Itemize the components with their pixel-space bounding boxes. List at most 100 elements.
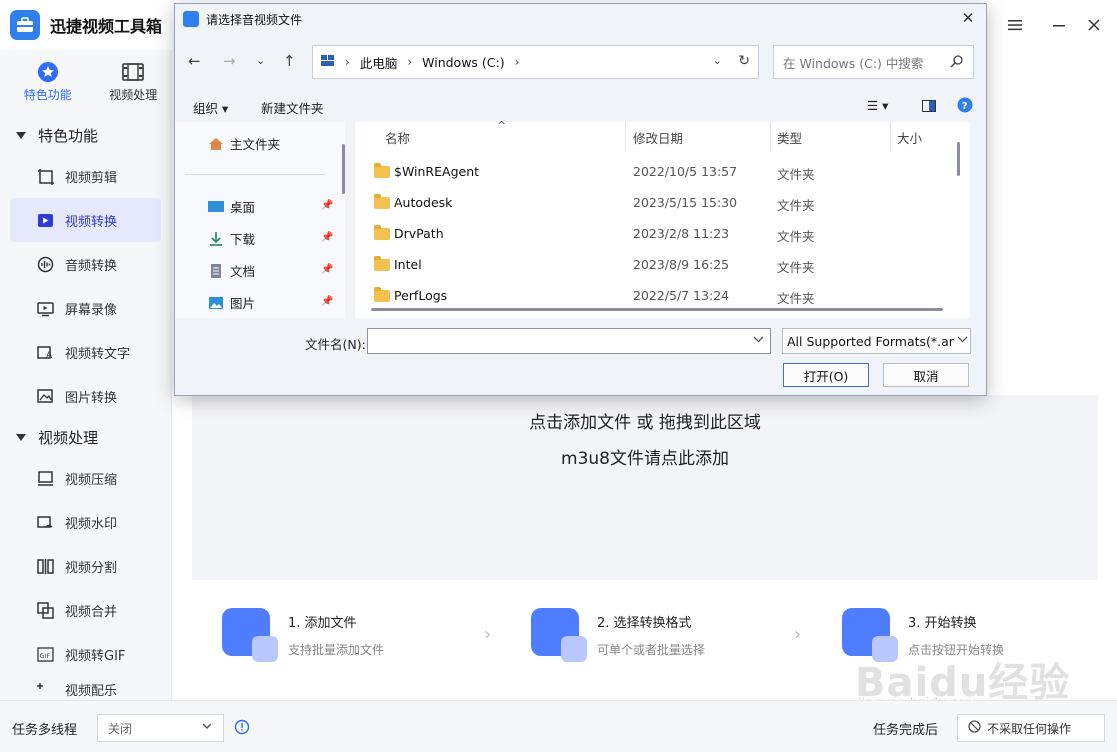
sidebar-item-video-edit[interactable]: 视频剪辑 [10,154,161,198]
nav-pictures[interactable]: 图片 [208,293,255,312]
list-item[interactable]: Intel 2023/8/9 16:25 文件夹 [355,249,950,280]
svg-text:?: ? [962,101,968,112]
sidebar-item-video-to-text[interactable]: A 视频转文字 [10,330,161,374]
sidebar-item-video-compress[interactable]: 视频压缩 [10,456,161,500]
section-featured-label: 特色功能 [38,126,99,145]
tab-video-processing[interactable]: 视频处理 [96,58,172,116]
search-input[interactable]: 在 Windows (C:) 中搜索 [773,45,974,79]
section-featured[interactable]: 特色功能 [0,116,171,154]
sidebar-item-screen-record[interactable]: 屏幕录像 [10,286,161,330]
preview-pane-icon[interactable] [922,100,936,115]
file-date: 2023/8/9 16:25 [633,257,730,272]
refresh-play-icon [842,608,898,662]
column-divider[interactable] [890,122,891,152]
column-name[interactable]: 名称 [385,128,410,147]
help-icon[interactable]: ? [957,97,973,116]
file-type-value: All Supported Formats(*.amv [787,333,969,349]
horizontal-scrollbar[interactable] [371,308,943,311]
dialog-bottom: 文件名(N): All Supported Formats(*.amv 打开(O… [175,322,986,396]
view-options-icon[interactable]: ☰ ▾ [867,98,888,113]
navigation-pane: 主文件夹 桌面 📌 下载 📌 文档 📌 图片 📌 [175,122,345,318]
folder-icon [374,194,390,209]
list-item[interactable]: PerfLogs 2022/5/7 13:24 文件夹 [355,280,950,304]
close-icon[interactable]: ✕ [958,9,978,27]
forward-arrow-icon[interactable]: → [223,52,236,70]
sidebar-item-video-merge[interactable]: 视频合并 [10,588,161,632]
folder-icon [374,225,390,240]
nav-label: 文档 [230,264,256,279]
drop-zone[interactable]: 点击添加文件 或 拖拽到此区域 m3u8文件请点此添加 [192,395,1098,580]
search-icon [950,55,963,71]
chevron-down-icon[interactable] [753,334,764,348]
step-add-file: 1. 添加文件 支持批量添加文件 [222,608,384,662]
list-item[interactable]: Autodesk 2023/5/15 15:30 文件夹 [355,187,950,218]
search-placeholder: 在 Windows (C:) 中搜索 [783,55,924,71]
dialog-title: 请选择音视频文件 [206,12,303,27]
step-title: 3. 开始转换 [908,616,977,631]
minimize-icon[interactable] [1048,14,1070,36]
breadcrumb-this-pc[interactable]: 此电脑 [360,53,398,72]
sidebar-item-video-watermark[interactable]: 视频水印 [10,500,161,544]
file-open-dialog: 请选择音视频文件 ✕ ← → ⌄ ↑ › 此电脑 › Windows (C:) … [174,3,987,396]
file-name: Intel [394,257,422,272]
svg-text:A: A [46,351,53,361]
list-item[interactable]: $WinREAgent 2022/10/5 13:57 文件夹 [355,156,950,187]
m3u8-hint[interactable]: m3u8文件请点此添加 [192,444,1098,469]
organize-label: 组织 [193,101,219,116]
file-type-select[interactable]: All Supported Formats(*.amv [782,328,971,354]
recent-dropdown-icon[interactable]: ⌄ [256,54,265,67]
pin-icon: 📌 [321,296,334,307]
nav-downloads[interactable]: 下载 [208,229,255,248]
column-type[interactable]: 类型 [777,128,802,147]
back-arrow-icon[interactable]: ← [188,52,201,70]
sidebar-item-audio-convert[interactable]: 音频转换 [10,242,161,286]
sidebar-item-video-convert[interactable]: 视频转换 [10,198,161,242]
sidebar-item-image-convert[interactable]: 图片转换 [10,374,161,418]
dialog-titlebar: 请选择音视频文件 [175,4,986,34]
sidebar-item-video-split[interactable]: 视频分割 [10,544,161,588]
step-desc: 可单个或者批量选择 [597,643,706,657]
organize-button[interactable]: 组织 ▾ [193,98,228,117]
vertical-scrollbar[interactable] [957,142,960,176]
open-button[interactable]: 打开(O) [783,363,869,387]
pin-icon: 📌 [321,264,334,275]
image-icon [36,387,54,405]
nav-home[interactable]: 主文件夹 [208,134,280,153]
tab-featured[interactable]: 特色功能 [10,58,86,116]
step-title: 2. 选择转换格式 [597,616,692,631]
new-folder-button[interactable]: 新建文件夹 [261,98,324,117]
column-divider[interactable] [770,122,771,152]
section-video-processing[interactable]: 视频处理 [0,418,171,456]
menu-icon[interactable] [1004,14,1026,36]
up-arrow-icon[interactable]: ↑ [283,52,296,70]
address-dropdown-icon[interactable]: ⌄ [713,54,722,67]
multithread-select[interactable]: 关闭 [97,714,224,742]
sidebar: 特色功能 视频处理 特色功能 视频剪辑 视频转换 音频转换 屏幕录像 A 视频转… [0,50,172,700]
sidebar-item-video-to-gif[interactable]: GIF 视频转GIF [10,632,161,676]
file-type: 文件夹 [777,229,815,244]
refresh-icon[interactable]: ↻ [738,53,750,69]
column-divider[interactable] [625,122,626,152]
file-name: DrvPath [394,226,444,241]
gif-icon: GIF [36,645,54,663]
column-size[interactable]: 大小 [897,128,922,147]
text-icon: A [36,343,54,361]
breadcrumb-drive[interactable]: Windows (C:) [422,55,504,70]
info-icon[interactable] [234,719,250,739]
cancel-button[interactable]: 取消 [883,363,969,387]
filename-input[interactable] [367,328,771,354]
column-date[interactable]: 修改日期 [633,128,683,147]
address-bar[interactable]: › 此电脑 › Windows (C:) › ⌄ ↻ [312,45,759,79]
caret-down-icon [16,131,26,139]
nav-scrollbar[interactable] [342,144,345,194]
close-app-icon[interactable] [1083,14,1105,36]
nav-desktop[interactable]: 桌面 [208,197,255,216]
list-item[interactable]: DrvPath 2023/2/8 11:23 文件夹 [355,218,950,249]
compress-icon [36,469,54,487]
sidebar-item-video-music[interactable]: 视频配乐 [10,676,161,702]
nav-documents[interactable]: 文档 [208,261,255,280]
sidebar-item-label: 视频转换 [65,214,118,230]
after-done-select[interactable]: 不采取任何操作 [957,714,1105,742]
no-action-icon [968,720,981,736]
audio-icon [36,255,54,273]
